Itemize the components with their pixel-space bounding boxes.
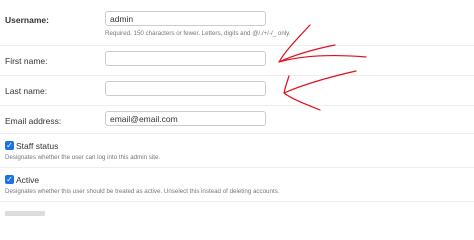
email-input[interactable] [105, 111, 266, 126]
staff-status-row: ✓ Staff status Designates whether the us… [0, 134, 474, 168]
active-checkbox[interactable]: ✓ [5, 175, 14, 184]
username-help-text: Required. 150 characters or fewer. Lette… [105, 30, 291, 37]
email-row: Email address: [0, 106, 474, 134]
first-name-input[interactable] [105, 51, 266, 66]
first-name-label: First name: [5, 56, 48, 66]
last-name-row: Last name: [0, 76, 474, 106]
last-name-input[interactable] [105, 81, 266, 96]
last-name-label: Last name: [5, 86, 48, 96]
user-change-form: Username: Required. 150 characters or fe… [0, 0, 474, 216]
active-row: ✓ Active Designates whether this user sh… [0, 168, 474, 202]
username-row: Username: Required. 150 characters or fe… [0, 0, 474, 46]
username-input[interactable] [105, 11, 266, 26]
staff-status-label: Staff status [16, 141, 59, 151]
staff-status-help-text: Designates whether the user can log into… [5, 154, 161, 161]
next-row-stub [5, 211, 45, 216]
staff-status-checkbox[interactable]: ✓ [5, 141, 14, 150]
username-label: Username: [5, 15, 49, 25]
email-label: Email address: [5, 116, 62, 126]
active-help-text: Designates whether this user should be t… [5, 188, 280, 195]
first-name-row: First name: [0, 46, 474, 76]
active-label: Active [16, 175, 40, 185]
